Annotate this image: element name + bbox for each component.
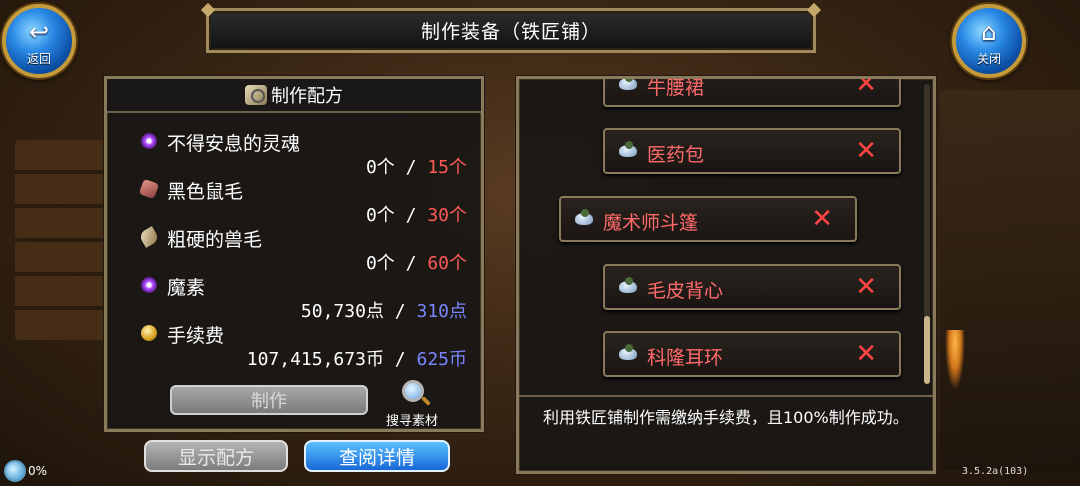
material-name: 黑色鼠毛 [167,181,244,203]
material-name: 魔素 [167,277,206,299]
recipe-name: 医药包 [647,144,705,166]
material-row: 魔素 50,730点 / 310点 [137,273,467,323]
close-button[interactable]: ⌂ 关闭 [952,4,1026,78]
material-quantity: 0个 / 30个 [366,201,467,227]
fur-icon [138,178,160,200]
back-button[interactable]: ↩ 返回 [2,4,76,78]
material-need: 30个 [427,205,467,226]
remove-icon[interactable]: ✕ [855,339,877,369]
background-shelf [15,140,110,340]
material-quantity: 0个 / 15个 [366,153,467,179]
material-have: 107,415,673币 [246,349,384,370]
material-quantity: 0个 / 60个 [366,249,467,275]
material-quantity: 107,415,673币 / 625币 [247,345,467,371]
material-have: 0个 [365,157,395,178]
recipe-item[interactable]: 毛皮背心 ✕ [603,264,901,310]
recipe-item[interactable]: 牛腰裙 ✕ [603,79,901,107]
make-button[interactable]: 制作 [170,385,368,415]
recipe-item[interactable]: 医药包 ✕ [603,128,901,174]
remove-icon[interactable]: ✕ [855,136,877,166]
material-name: 粗硬的兽毛 [167,229,263,251]
recipe-panel-title: 制作配方 [271,86,343,107]
remove-icon[interactable]: ✕ [811,204,833,234]
background-wall [940,90,1080,470]
recipe-list-scrollbar[interactable] [924,84,930,384]
purple-orb-icon [141,133,157,149]
feather-icon [138,226,160,248]
recipe-list[interactable]: 牛腰裙 ✕ 医药包 ✕ 魔术师斗篷 ✕ 毛皮背心 ✕ 科隆耳环 ✕ [519,79,933,391]
recipe-item[interactable]: 科隆耳环 ✕ [603,331,901,377]
material-need: 60个 [427,253,467,274]
recipe-panel: 制作配方 不得安息的灵魂 0个 / 15个 黑色鼠毛 0个 / 30个 粗硬的兽… [104,76,484,432]
scroll-icon [245,85,267,105]
recipe-icon [619,344,639,362]
remove-icon[interactable]: ✕ [855,79,877,99]
magnifier-icon[interactable] [402,380,424,402]
quantity-separator: / [405,253,417,274]
recipe-icon [619,277,639,295]
recipe-item-selected[interactable]: 魔术师斗篷 ✕ [559,196,857,242]
search-materials-label[interactable]: 搜寻素材 [386,410,438,429]
material-row: 粗硬的兽毛 0个 / 60个 [137,225,467,275]
material-have: 0个 [365,253,395,274]
material-row: 不得安息的灵魂 0个 / 15个 [137,129,467,179]
recipe-panel-header: 制作配方 [107,79,481,113]
recipe-icon [619,79,639,92]
material-name: 手续费 [167,325,225,347]
recipe-name: 毛皮背心 [647,280,724,302]
material-row: 黑色鼠毛 0个 / 30个 [137,177,467,227]
quantity-separator: / [394,349,406,370]
recipe-name: 科隆耳环 [647,347,724,369]
material-need: 15个 [427,157,467,178]
close-button-label: 关闭 [976,52,1001,66]
show-recipe-button[interactable]: 显示配方 [144,440,288,472]
material-row: 手续费 107,415,673币 / 625币 [137,321,467,371]
recipe-icon [575,209,595,227]
network-status-icon [4,460,26,482]
description-box: 利用铁匠铺制作需缴纳手续费，且100%制作成功。 [519,395,933,471]
coin-icon [141,325,157,341]
home-icon: ⌂ [981,18,997,46]
back-arrow-icon: ↩ [28,18,50,46]
material-have: 50,730点 [300,301,384,322]
remove-icon[interactable]: ✕ [855,272,877,302]
purple-orb-icon [141,277,157,293]
material-have: 0个 [365,205,395,226]
description-text: 利用铁匠铺制作需缴纳手续费，且100%制作成功。 [543,408,909,427]
recipe-name: 魔术师斗篷 [603,212,699,234]
status-percent: 0% [28,464,48,478]
material-quantity: 50,730点 / 310点 [301,297,467,323]
material-need: 625币 [416,349,467,370]
version-label: 3.5.2a(103) [962,466,1029,477]
scrollbar-thumb[interactable] [924,316,930,384]
page-title: 制作装备（铁匠铺） [206,8,816,53]
material-need: 310点 [416,301,467,322]
quantity-separator: / [405,157,417,178]
background-lamp [945,330,965,390]
recipe-name: 牛腰裙 [647,79,705,99]
view-details-button[interactable]: 查阅详情 [304,440,450,472]
quantity-separator: / [405,205,417,226]
quantity-separator: / [394,301,406,322]
recipe-list-panel: 牛腰裙 ✕ 医药包 ✕ 魔术师斗篷 ✕ 毛皮背心 ✕ 科隆耳环 ✕ 利用铁匠铺制… [516,76,936,474]
material-name: 不得安息的灵魂 [167,133,301,155]
back-button-label: 返回 [26,52,51,66]
recipe-icon [619,141,639,159]
